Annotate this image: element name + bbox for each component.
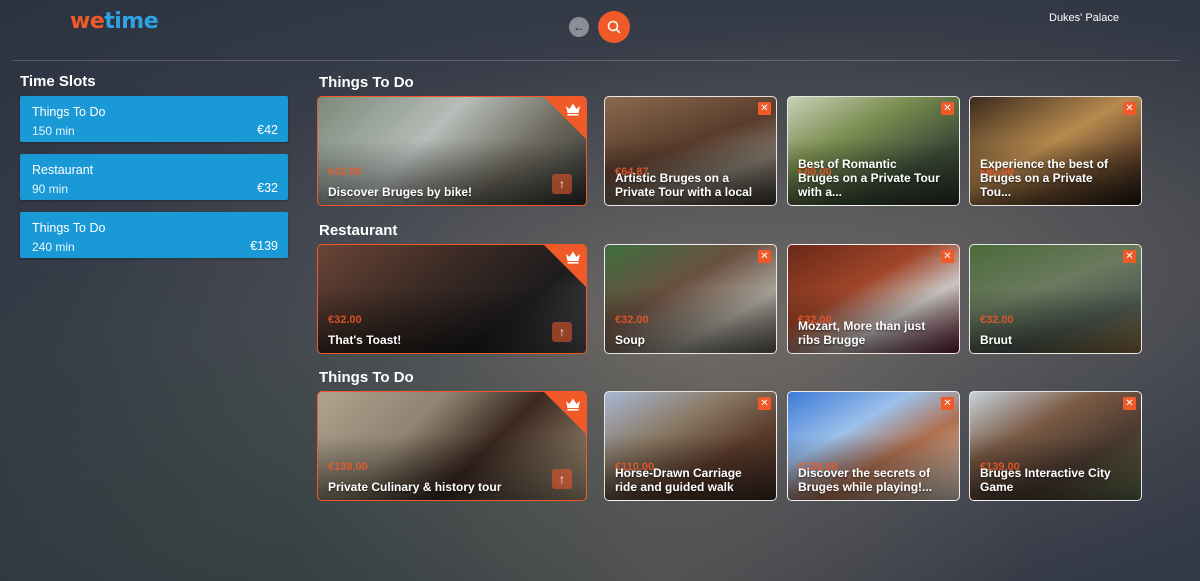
arrow-left-icon: ← (573, 20, 585, 34)
card-title: That's Toast! (328, 333, 402, 347)
card-title: Discover Bruges by bike! (328, 185, 473, 199)
card-title: Bruut (980, 333, 1012, 347)
featured-activity-card[interactable]: €139.00 Private Culinary & history tour … (317, 391, 587, 501)
wetime-logo[interactable]: wetime (70, 9, 159, 34)
slot-name: Things To Do (32, 221, 106, 235)
crown-icon (566, 103, 580, 116)
card-title: Horse-Drawn Carriage ride and guided wal… (615, 466, 742, 494)
card-title: Mozart, More than just ribs Brugge (798, 319, 926, 347)
activity-card[interactable]: ✕ €139.00 Bruges Interactive City Game (969, 391, 1142, 501)
close-icon[interactable]: ✕ (1123, 250, 1136, 263)
close-icon[interactable]: ✕ (941, 102, 954, 115)
activity-card[interactable]: ✕ €139.00 Discover the secrets of Bruges… (787, 391, 960, 501)
card-title: Private Culinary & history tour (328, 480, 502, 494)
select-activity-button[interactable]: ↑ (552, 322, 572, 342)
select-activity-button[interactable]: ↑ (552, 469, 572, 489)
featured-activity-card[interactable]: €32.00 That's Toast! ↑ (317, 244, 587, 354)
featured-activity-card[interactable]: €42.00 Discover Bruges by bike! ↑ (317, 96, 587, 206)
search-button[interactable] (598, 11, 630, 43)
section-title: Things To Do (319, 74, 414, 91)
header-divider (12, 60, 1180, 61)
slot-duration: 150 min (32, 124, 75, 138)
crown-icon (566, 398, 580, 411)
close-icon[interactable]: ✕ (941, 397, 954, 410)
close-icon[interactable]: ✕ (758, 102, 771, 115)
close-icon[interactable]: ✕ (758, 397, 771, 410)
time-slot-1[interactable]: Things To Do 150 min €42 (20, 96, 288, 142)
select-activity-button[interactable]: ↑ (552, 174, 572, 194)
card-title: Artistic Bruges on a Private Tour with a… (615, 171, 753, 199)
card-title: Soup (615, 333, 645, 347)
back-button[interactable]: ← (569, 17, 589, 37)
close-icon[interactable]: ✕ (941, 250, 954, 263)
section-title: Restaurant (319, 222, 398, 239)
close-icon[interactable]: ✕ (758, 250, 771, 263)
slot-price: €139 (250, 239, 278, 253)
slot-duration: 240 min (32, 240, 75, 254)
card-price: €32.00 (328, 314, 362, 326)
slot-duration: 90 min (32, 182, 69, 196)
card-title: Discover the secrets of Bruges while pla… (798, 466, 933, 494)
slot-name: Things To Do (32, 105, 106, 119)
activity-card[interactable]: ✕ €32.00 Mozart, More than just ribs Bru… (787, 244, 960, 354)
card-price: €32.00 (980, 314, 1014, 326)
activity-card[interactable]: ✕ €110.00 Horse-Drawn Carriage ride and … (604, 391, 777, 501)
arrow-up-icon: ↑ (559, 177, 565, 191)
activity-card[interactable]: ✕ €64.87 Artistic Bruges on a Private To… (604, 96, 777, 206)
time-slot-2[interactable]: Restaurant 90 min €32 (20, 154, 288, 200)
activity-card[interactable]: ✕ €32.00 Bruut (969, 244, 1142, 354)
search-icon (607, 20, 621, 34)
slot-price: €42 (257, 123, 278, 137)
location-label[interactable]: Dukes' Palace (1049, 12, 1119, 24)
close-icon[interactable]: ✕ (1123, 397, 1136, 410)
time-slot-3[interactable]: Things To Do 240 min €139 (20, 212, 288, 258)
card-title: Bruges Interactive City Game (980, 466, 1111, 494)
activity-card[interactable]: ✕ €80.00 Best of Romantic Bruges on a Pr… (787, 96, 960, 206)
section-title: Things To Do (319, 369, 414, 386)
slot-price: €32 (257, 181, 278, 195)
header: wetime ← Dukes' Palace (0, 0, 1200, 61)
slot-name: Restaurant (32, 163, 94, 177)
card-price: €32.00 (615, 314, 649, 326)
card-title: Experience the best of Bruges on a Priva… (980, 157, 1109, 199)
card-price: €42.00 (328, 166, 362, 178)
card-price: €139.00 (328, 461, 368, 473)
crown-icon (566, 251, 580, 264)
activity-card[interactable]: ✕ €32.00 Soup (604, 244, 777, 354)
sidebar-title: Time Slots (20, 73, 96, 90)
time-slots-sidebar: Time Slots Things To Do 150 min €42 Rest… (20, 73, 288, 270)
activity-card[interactable]: ✕ €80.00 Experience the best of Bruges o… (969, 96, 1142, 206)
arrow-up-icon: ↑ (559, 472, 565, 486)
close-icon[interactable]: ✕ (1123, 102, 1136, 115)
arrow-up-icon: ↑ (559, 325, 565, 339)
card-title: Best of Romantic Bruges on a Private Tou… (798, 157, 940, 199)
